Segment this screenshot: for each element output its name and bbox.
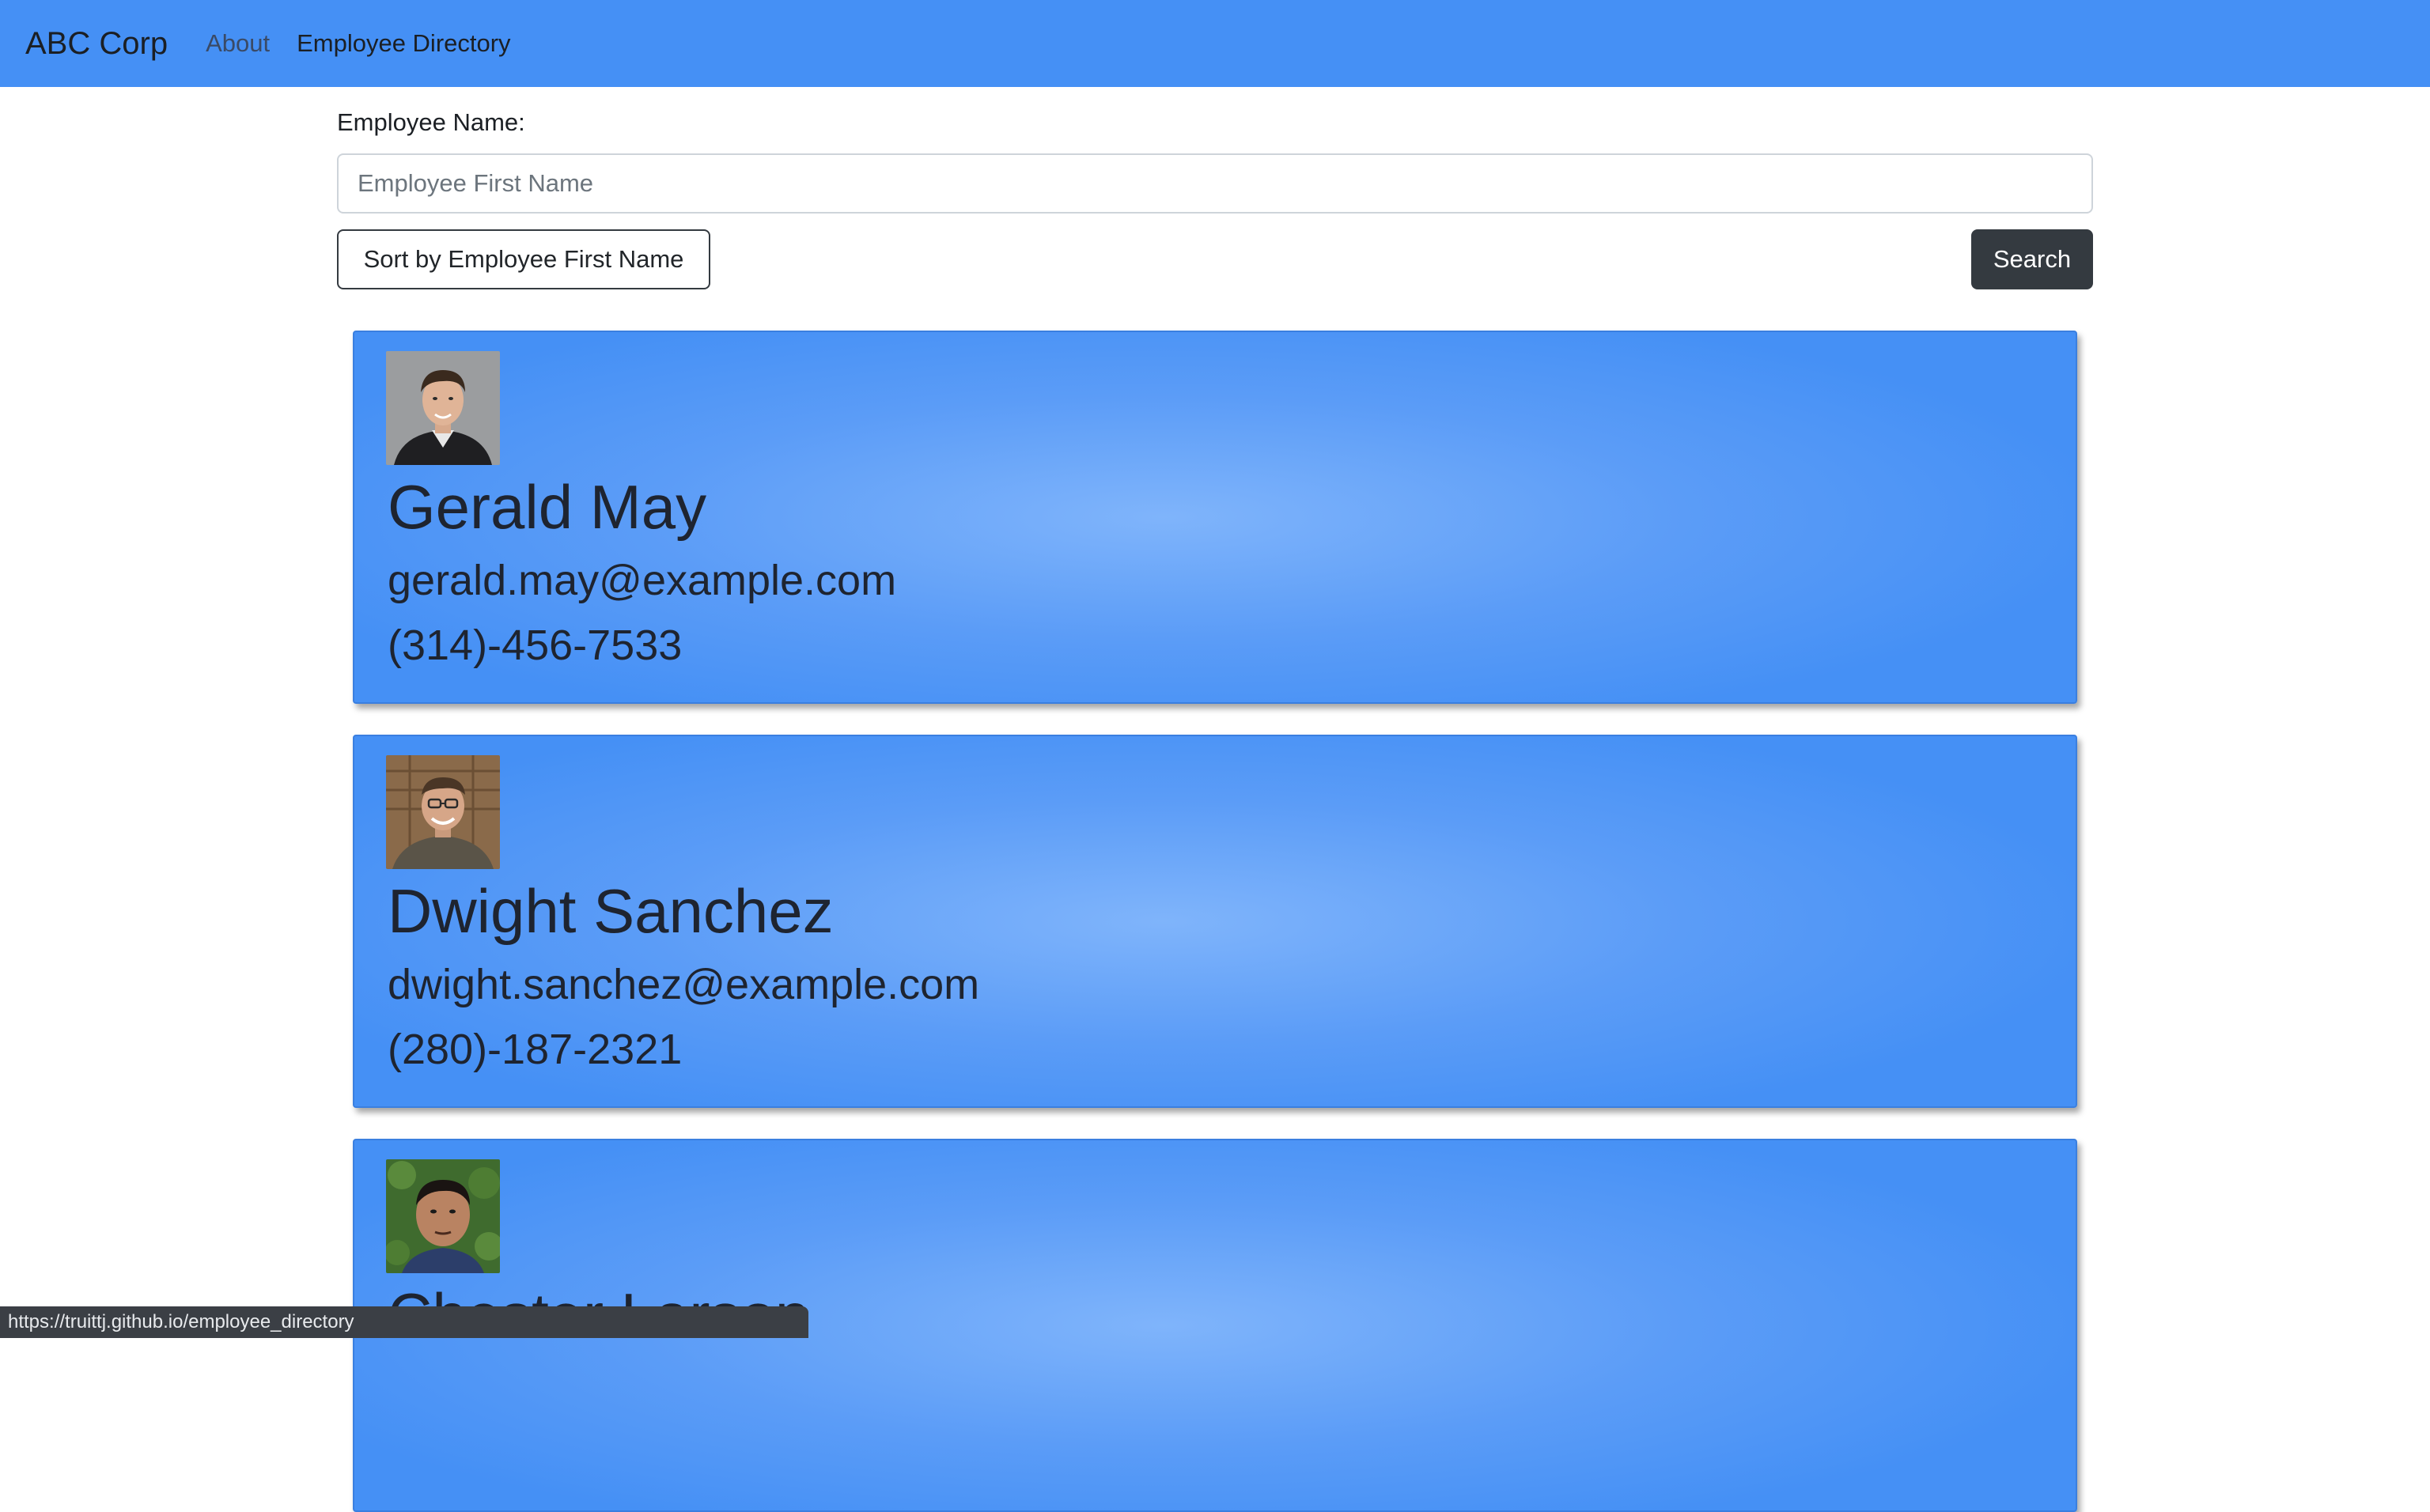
employee-card: Gerald May gerald.may@example.com (314)-… <box>353 331 2077 704</box>
search-button[interactable]: Search <box>1971 229 2093 289</box>
employee-phone: (314)-456-7533 <box>388 622 683 669</box>
nav-link-employee-directory[interactable]: Employee Directory <box>297 29 510 58</box>
link-preview-status-bar: https://truittj.github.io/employee_direc… <box>0 1306 808 1338</box>
employee-email: dwight.sanchez@example.com <box>388 961 980 1008</box>
employee-card: Dwight Sanchez dwight.sanchez@example.co… <box>353 735 2077 1108</box>
employee-avatar <box>386 1159 500 1273</box>
nav-link-about[interactable]: About <box>206 29 270 58</box>
search-form: Employee Name: Sort by Employee First Na… <box>337 106 2093 289</box>
employee-photo-icon <box>386 351 500 465</box>
employee-avatar <box>386 755 500 869</box>
employee-name: Gerald May <box>388 472 707 542</box>
employee-name: Dwight Sanchez <box>388 876 834 946</box>
employee-photo-icon <box>386 755 500 869</box>
brand-link[interactable]: ABC Corp <box>25 26 168 62</box>
employee-first-name-input[interactable] <box>337 153 2093 214</box>
employee-email: gerald.may@example.com <box>388 557 897 604</box>
navbar: ABC Corp About Employee Directory <box>0 0 2430 87</box>
employee-avatar <box>386 351 500 465</box>
employee-photo-icon <box>386 1159 500 1273</box>
employee-name-label: Employee Name: <box>337 108 525 136</box>
employee-phone: (280)-187-2321 <box>388 1026 683 1073</box>
sort-by-first-name-button[interactable]: Sort by Employee First Name <box>337 229 710 289</box>
